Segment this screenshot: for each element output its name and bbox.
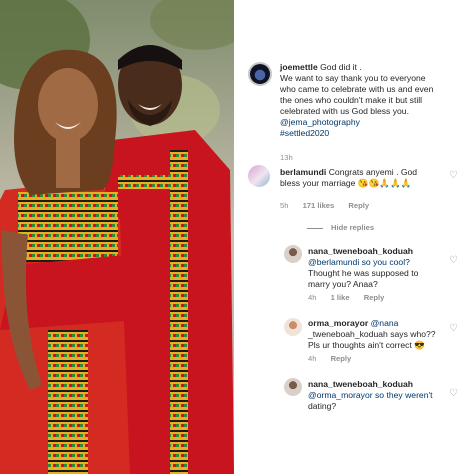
reply-text-line: @berlamundi so you cool? <box>308 257 468 268</box>
reply-button[interactable]: Reply <box>348 201 369 210</box>
comment-text: Congrats anyemi . God <box>328 167 418 177</box>
comment-first-line: berlamundi Congrats anyemi . God <box>280 167 450 178</box>
comment-meta: 5h 171 likes Reply <box>280 201 381 210</box>
reply-first-line: orma_morayor @nana <box>308 318 468 329</box>
post-caption: joemettle God did it . We want to say th… <box>280 62 470 139</box>
comments-panel: joemettle God did it . We want to say th… <box>234 0 474 474</box>
caption-line: the ones who couldn't make it but still <box>280 95 423 105</box>
reply-username[interactable]: orma_morayor <box>308 318 368 328</box>
comment: berlamundi Congrats anyemi . God bless y… <box>280 167 450 189</box>
hide-replies-divider <box>307 227 323 229</box>
caption-mention[interactable]: @jema_photography <box>280 117 470 128</box>
reply-time: 4h <box>308 293 317 302</box>
comment-time: 5h <box>280 201 289 210</box>
reply: nana_tweneboah_koduah @orma_morayor so t… <box>308 379 468 412</box>
reply-avatar[interactable] <box>284 378 302 396</box>
reply-time: 4h <box>308 354 317 363</box>
poster-avatar[interactable] <box>248 62 272 86</box>
reply-avatar[interactable] <box>284 245 302 263</box>
reply-text-line: dating? <box>308 401 337 411</box>
comment-text-line: bless your marriage 😘😘🙏🙏🙏 <box>280 178 412 188</box>
caption-line: who came to celebrate with us and even <box>280 84 434 94</box>
avatar-image <box>250 64 270 84</box>
caption-line: celebrated with us God bless you. <box>280 106 409 116</box>
reply-text-line: @orma_morayor so they weren't <box>308 390 468 401</box>
heart-icon[interactable]: ♡ <box>449 323 458 334</box>
post-timestamp: 13h <box>280 153 293 162</box>
heart-icon[interactable]: ♡ <box>449 255 458 266</box>
caption-text: God did it . <box>320 62 362 72</box>
reply-username[interactable]: nana_tweneboah_koduah <box>308 246 468 257</box>
post-time: 13h <box>280 153 305 162</box>
reply-meta: 4h Reply <box>308 354 363 363</box>
heart-icon[interactable]: ♡ <box>449 170 458 181</box>
couple-photo-illustration <box>0 0 234 474</box>
reply: orma_morayor @nana _tweneboah_koduah say… <box>308 318 468 351</box>
comment-username[interactable]: berlamundi <box>280 167 326 177</box>
reply-text-line: Pls ur thoughts ain't correct 😎 <box>308 340 425 350</box>
reply-text: @orma_morayor so they weren't <box>308 390 433 400</box>
caption-first-line: joemettle God did it . <box>280 62 470 73</box>
reply-meta: 4h 1 like Reply <box>308 293 396 302</box>
reply-text-line: Thought he was supposed to <box>308 268 419 278</box>
reply-likes[interactable]: 1 like <box>331 293 350 302</box>
post-photo <box>0 0 234 474</box>
caption-line: We want to say thank you to everyone <box>280 73 426 83</box>
reply-button[interactable]: Reply <box>331 354 352 363</box>
reply-text-line: marry you? Anaa? <box>308 279 378 289</box>
reply-button[interactable]: Reply <box>364 293 385 302</box>
comment-likes[interactable]: 171 likes <box>303 201 335 210</box>
caption-hashtag[interactable]: #settled2020 <box>280 128 470 139</box>
reply-avatar[interactable] <box>284 318 302 336</box>
reply-text: @berlamundi so you cool? <box>308 257 410 267</box>
reply: nana_tweneboah_koduah @berlamundi so you… <box>308 246 468 290</box>
heart-icon[interactable]: ♡ <box>449 388 458 399</box>
reply-text: @nana <box>370 318 399 328</box>
hide-replies-label: Hide replies <box>331 223 375 232</box>
commenter-avatar[interactable] <box>248 165 270 187</box>
hide-replies-button[interactable]: Hide replies <box>307 223 374 232</box>
poster-username[interactable]: joemettle <box>280 62 318 72</box>
reply-username[interactable]: nana_tweneboah_koduah <box>308 379 468 390</box>
reply-text-line: _tweneboah_koduah says who?? <box>308 329 436 339</box>
